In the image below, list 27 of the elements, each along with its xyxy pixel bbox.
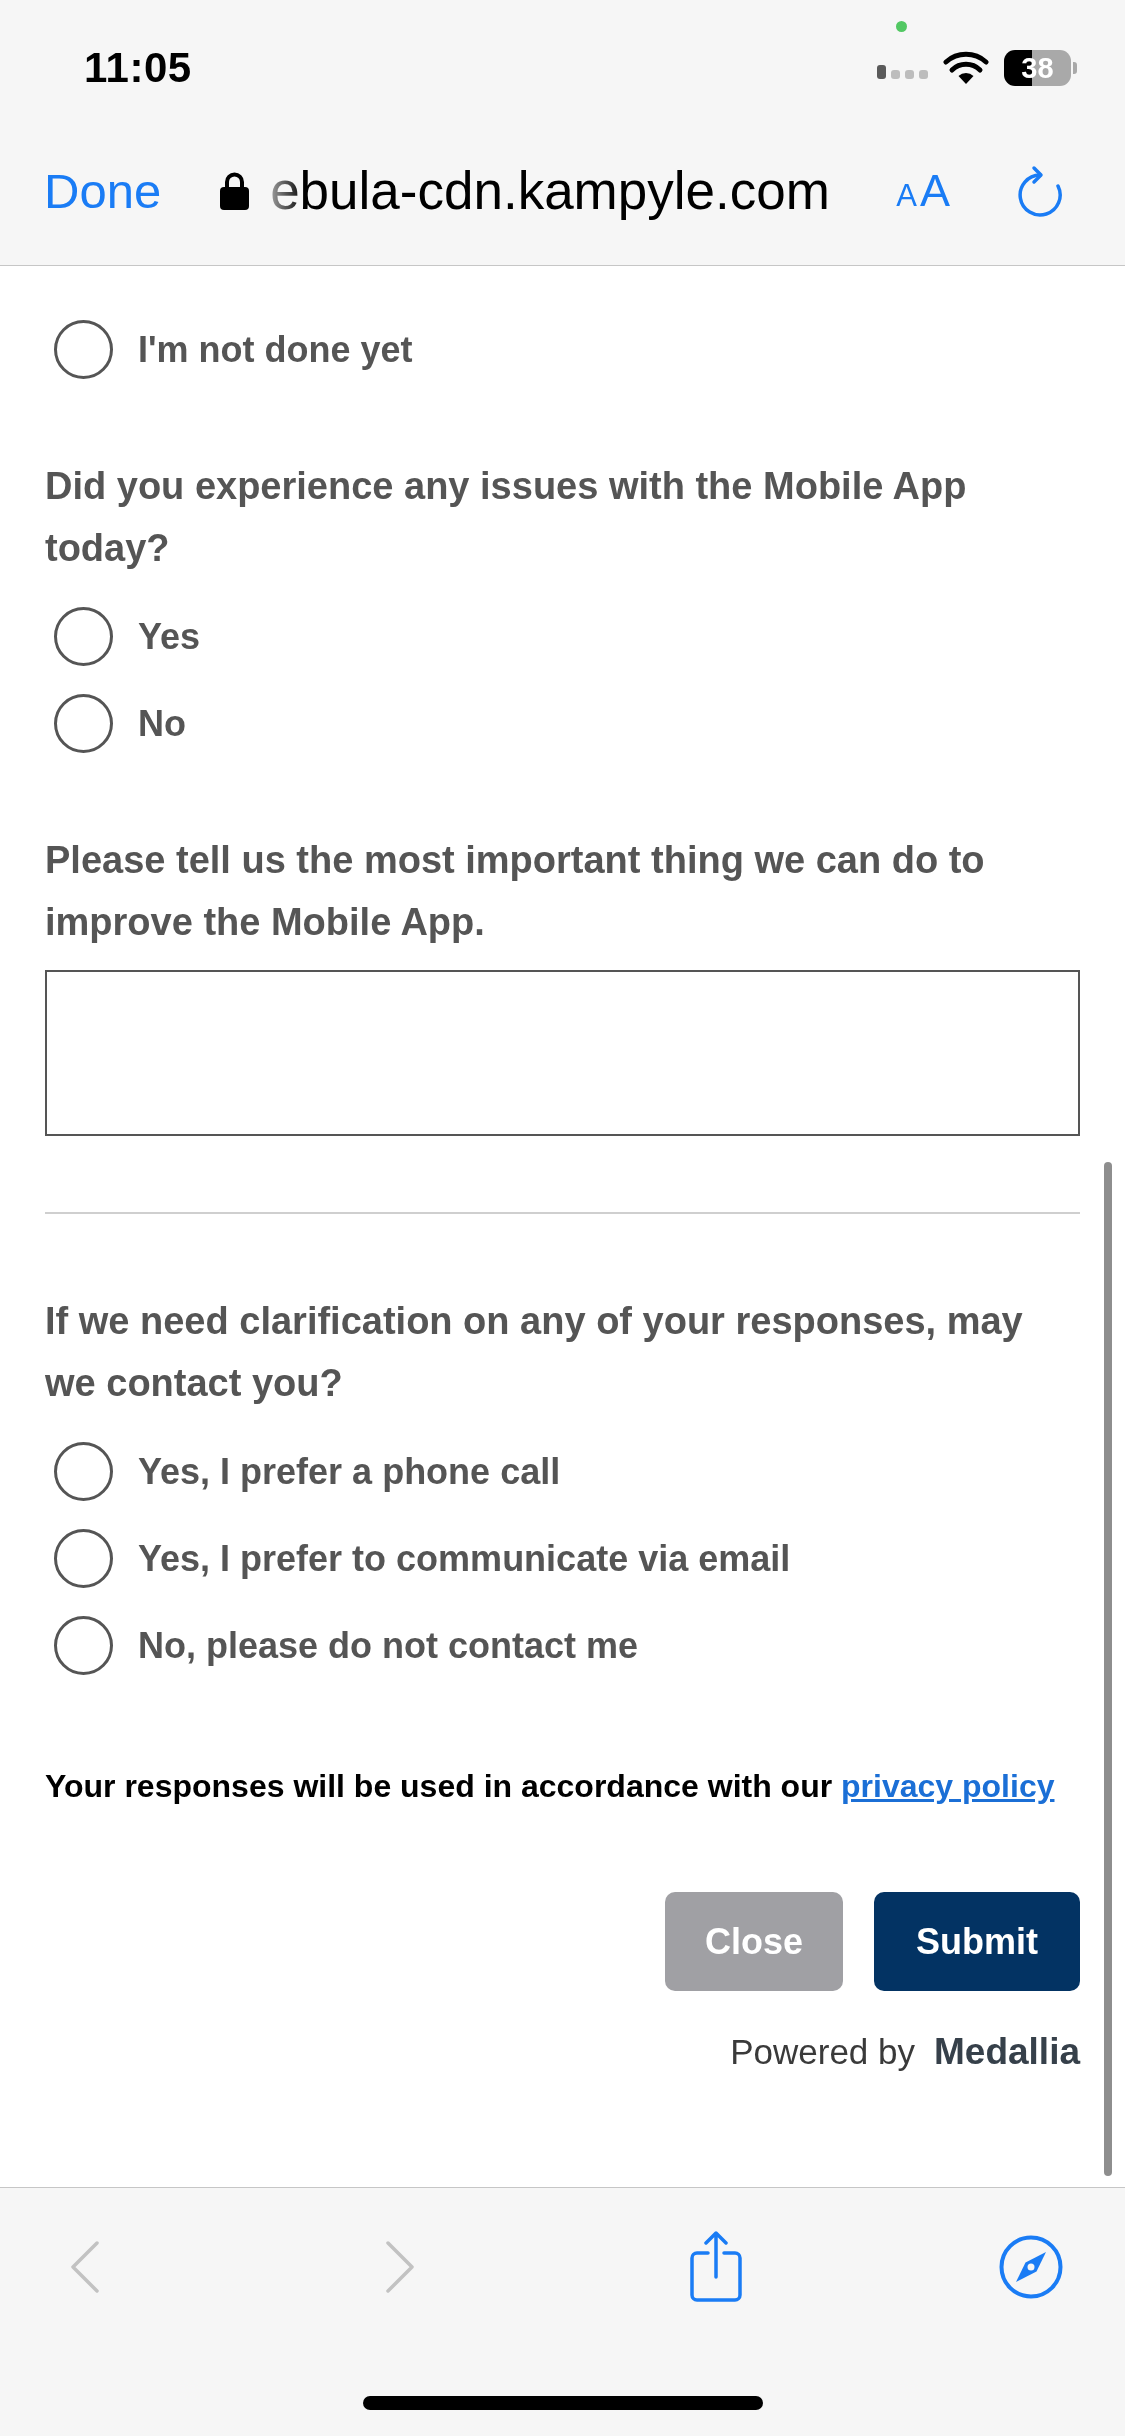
option-label: No	[138, 702, 186, 746]
question-text: Did you experience any issues with the Mobile App today?	[45, 464, 968, 571]
option-label: No, please do not contact me	[138, 1624, 639, 1668]
close-button[interactable]: Close	[664, 1892, 843, 1991]
text-size-button[interactable]: AA	[896, 164, 950, 217]
option-label: I'm not done yet	[138, 328, 413, 372]
option-label: Yes, I prefer to communicate via email	[138, 1537, 791, 1581]
answer-field[interactable]	[45, 970, 1080, 1136]
question-text: If we need clarification on any of your responses, may we contact you?	[45, 1299, 1024, 1406]
reload-icon[interactable]	[1017, 164, 1063, 217]
privacy-notice: Your responses will be used in accordance with our privacy policy	[45, 1767, 1056, 1806]
signal-icon	[877, 65, 928, 79]
question-text: Please tell us the most important thing we can do to improve the Mobile App.	[45, 838, 986, 945]
lock-icon	[220, 171, 250, 210]
compass-icon[interactable]	[999, 2235, 1063, 2299]
brand-name: Medallia	[934, 2030, 1080, 2074]
privacy-policy-link[interactable]: privacy policy	[841, 1768, 1055, 1804]
wifi-icon	[943, 51, 989, 85]
share-icon[interactable]	[687, 2231, 744, 2303]
powered-by-label: Powered by	[730, 2031, 915, 2073]
indicator-dot-icon	[896, 21, 907, 32]
option-label: Yes	[138, 615, 201, 659]
submit-button[interactable]: Submit	[874, 1892, 1080, 1991]
option-label: Yes, I prefer a phone call	[138, 1450, 561, 1494]
url-text[interactable]: ebula-cdn.kampyle.com	[270, 160, 830, 221]
time-label: 11:05	[84, 44, 192, 92]
done-button[interactable]: Done	[44, 162, 162, 219]
